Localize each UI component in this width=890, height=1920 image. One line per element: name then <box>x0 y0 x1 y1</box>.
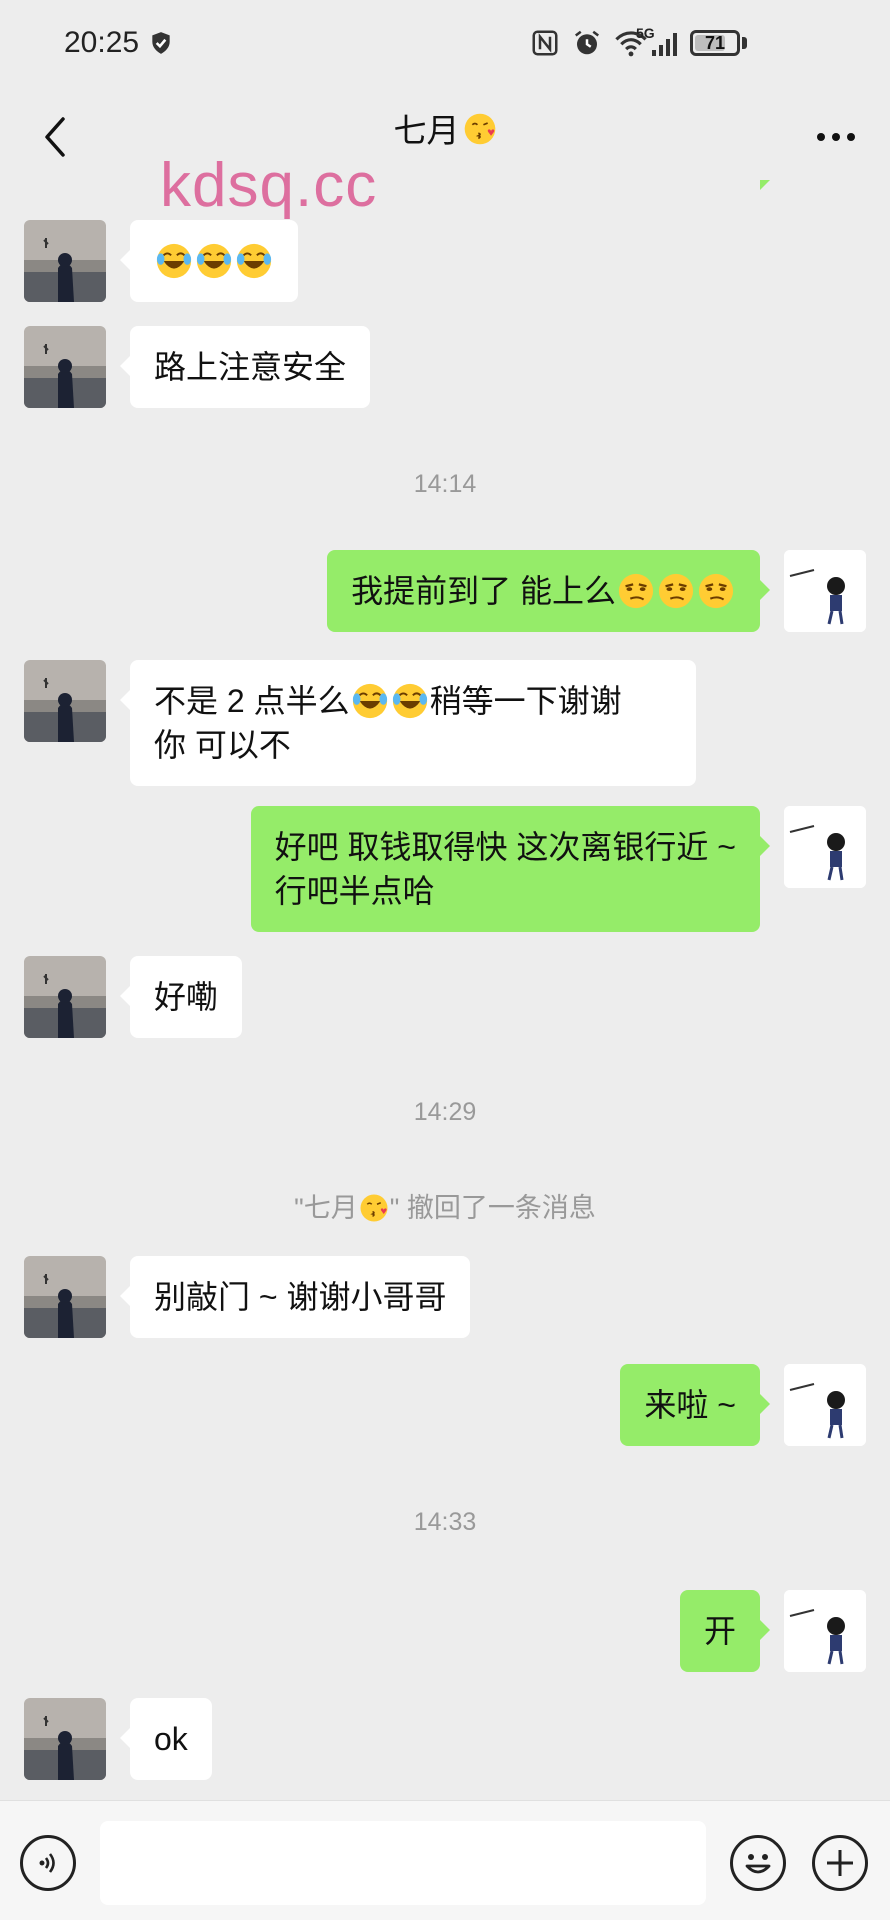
status-time: 20:25 <box>64 26 140 59</box>
message-bubble[interactable]: ok <box>120 1698 212 1780</box>
recall-name: "七月 <box>294 1193 358 1223</box>
avatar-image <box>784 806 866 888</box>
message-bubble[interactable]: 路上注意安全 <box>119 326 371 408</box>
avatar-image <box>784 1364 866 1446</box>
avatar-image <box>24 1698 106 1780</box>
message-text: 我提前到了 能上么 <box>351 573 616 609</box>
message-bubble[interactable]: 好嘞 <box>119 956 243 1038</box>
voice-button[interactable] <box>20 1835 76 1891</box>
smirk-face-emoji <box>698 573 734 609</box>
status-bar: 20:25 5G 71 <box>0 0 890 90</box>
avatar-image <box>24 220 106 302</box>
message-input[interactable] <box>100 1821 706 1905</box>
message-bubble[interactable]: 别敲门 ~ 谢谢小哥哥 <box>119 1256 471 1338</box>
kissing-face-emoji <box>464 113 495 145</box>
battery-indicator: 71 <box>690 30 740 56</box>
message-text: 不是 2 点半么 <box>154 683 350 719</box>
message-text: 你 可以不 <box>154 727 291 763</box>
avatar-self[interactable] <box>784 1364 866 1446</box>
avatar-image <box>784 1590 866 1672</box>
message-bubble[interactable]: 我提前到了 能上么 <box>327 550 770 632</box>
message-bubble[interactable]: 开 <box>679 1590 771 1672</box>
avatar-contact[interactable] <box>24 660 106 742</box>
more-options-button[interactable] <box>808 112 864 162</box>
chat-title-text: 七月 <box>393 112 460 149</box>
timestamp: 14:33 <box>413 1508 477 1536</box>
laughing-tears-emoji <box>352 683 387 719</box>
laughing-tears-emoji <box>156 243 192 279</box>
chat-title: 七月 <box>0 104 890 152</box>
avatar-contact[interactable] <box>24 956 106 1038</box>
chat-header: 七月 <box>0 90 890 180</box>
emoji-button[interactable] <box>730 1835 786 1891</box>
kissing-face-emoji <box>360 1194 388 1222</box>
timestamp: 14:14 <box>413 470 477 498</box>
nfc-icon <box>532 30 558 56</box>
smiley-icon <box>745 1854 771 1874</box>
more-dots-icon <box>817 133 855 141</box>
message-text: 行吧半点哈 <box>274 873 435 909</box>
recall-text: " 撤回了一条消息 <box>389 1193 596 1223</box>
message-text: 好吧 取钱取得快 这次离银行近 ~ <box>274 829 736 865</box>
avatar-image <box>784 550 866 632</box>
laughing-tears-emoji <box>196 243 232 279</box>
voice-icon <box>39 1853 55 1873</box>
avatar-self[interactable] <box>784 1590 866 1672</box>
avatar-contact[interactable] <box>24 1256 106 1338</box>
shield-check-icon <box>152 32 170 54</box>
input-bar <box>0 1800 890 1920</box>
avatar-image <box>24 1256 106 1338</box>
battery-level: 71 <box>704 33 726 53</box>
message-list[interactable]: 路上注意安全 14:14 我提前到了 能上么 不是 2 点半么 稍等一下谢谢 你… <box>0 180 890 1800</box>
message-bubble[interactable]: 好吧 取钱取得快 这次离银行近 ~ 行吧半点哈 <box>250 806 771 932</box>
plus-icon <box>827 1850 853 1876</box>
avatar-contact[interactable] <box>24 1698 106 1780</box>
avatar-image <box>24 326 106 408</box>
avatar-self[interactable] <box>784 550 866 632</box>
chat-screen: 20:25 5G 71 七月 路上注意安全 14:14 我提前到了 能上么 不是… <box>0 0 890 1920</box>
laughing-tears-emoji <box>392 683 427 719</box>
avatar-image <box>24 956 106 1038</box>
recall-notice: "七月 " 撤回了一条消息 <box>0 1186 890 1225</box>
timestamp: 14:29 <box>413 1098 477 1126</box>
avatar-contact[interactable] <box>24 326 106 408</box>
message-bubble[interactable]: 不是 2 点半么 稍等一下谢谢你 可以不 <box>120 660 696 786</box>
avatar-self[interactable] <box>784 806 866 888</box>
laughing-tears-emoji <box>236 243 272 279</box>
smirk-face-emoji <box>658 573 694 609</box>
watermark: kdsq.cc <box>160 151 378 220</box>
message-text: 稍等一下谢谢 <box>429 683 622 719</box>
more-functions-button[interactable] <box>812 1835 868 1891</box>
battery-tip <box>742 37 747 49</box>
smirk-face-emoji <box>618 573 654 609</box>
avatar-contact[interactable] <box>24 220 106 302</box>
avatar-image <box>24 660 106 742</box>
message-bubble[interactable] <box>120 220 298 302</box>
message-bubble[interactable]: 来啦 ~ <box>620 1364 770 1446</box>
signal-icon <box>652 33 677 56</box>
alarm-icon <box>575 30 599 55</box>
